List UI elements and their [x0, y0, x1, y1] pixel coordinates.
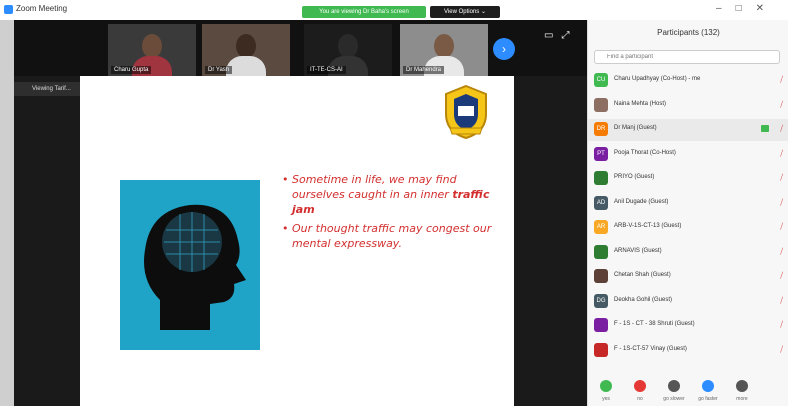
participant-row[interactable]: DG Deokha Gohil (Guest) ⧸ — [588, 291, 788, 313]
meeting-area: Charu Gupta Dr Yash IT-TE-CS-AI Dr Mahen… — [14, 20, 587, 406]
muted-mic-icon[interactable]: ⧸ — [780, 222, 783, 232]
video-tile[interactable]: Dr Mahendra — [400, 24, 488, 76]
muted-mic-icon[interactable]: ⧸ — [780, 173, 783, 183]
desktop-background — [0, 20, 14, 406]
zoom-logo-icon — [4, 5, 13, 14]
participant-name: F - 1S-CT-57 Vinay (Guest) — [614, 345, 687, 352]
muted-mic-icon[interactable]: ⧸ — [780, 124, 783, 134]
participant-row[interactable]: ARNAVIS (Guest) ⧸ — [588, 242, 788, 264]
participant-row[interactable]: DR Dr Manj (Guest) ⧸ — [588, 119, 788, 141]
participant-row[interactable]: Naina Mehta (Host) ⧸ — [588, 95, 788, 117]
participant-head — [236, 34, 256, 58]
reaction-label: yes — [602, 396, 610, 402]
avatar — [594, 171, 608, 185]
participant-row[interactable]: Chetan Shah (Guest) ⧸ — [588, 266, 788, 288]
muted-mic-icon[interactable]: ⧸ — [780, 100, 783, 110]
participant-row[interactable]: PRIYO (Guest) ⧸ — [588, 168, 788, 190]
muted-mic-icon[interactable]: ⧸ — [780, 345, 783, 355]
muted-mic-icon[interactable]: ⧸ — [780, 271, 783, 281]
window-controls[interactable]: –□✕ — [716, 3, 778, 14]
reaction-label: more — [736, 396, 748, 402]
reaction-label: go faster — [698, 396, 718, 402]
screen-share-banner: You are viewing Dr Baha's screen — [302, 6, 426, 18]
participant-name: F - 1S - CT - 38 Shruti (Guest) — [614, 321, 695, 327]
muted-mic-icon[interactable]: ⧸ — [780, 75, 783, 85]
shared-slide: Sometime in life, we may find ourselves … — [80, 76, 514, 406]
video-strip: Charu Gupta Dr Yash IT-TE-CS-AI Dr Mahen… — [14, 20, 587, 76]
participant-name: Pooja Thorat (Co-Host) — [614, 149, 676, 156]
participant-name: Charu Upadhyay (Co-Host) - me — [614, 76, 701, 82]
reaction-more-button[interactable] — [736, 380, 748, 392]
avatar: AR — [594, 220, 608, 234]
participant-name: Anil Dugade (Guest) — [614, 198, 669, 205]
avatar: AD — [594, 195, 608, 210]
reaction-go-faster-button[interactable] — [702, 380, 714, 392]
head-silhouette-image — [120, 180, 260, 350]
layout-icons[interactable]: ▭⤢ — [544, 30, 577, 41]
participant-name: ARNAVIS (Guest) — [614, 247, 662, 254]
avatar — [594, 269, 608, 283]
avatar — [594, 342, 608, 357]
reaction-label: go slower — [663, 396, 685, 402]
title-bar: Zoom Meeting You are viewing Dr Baha's s… — [0, 0, 788, 20]
muted-mic-icon[interactable]: ⧸ — [780, 296, 783, 306]
participant-search-input[interactable] — [594, 50, 780, 64]
participant-name: Deokha Gohil (Guest) — [614, 296, 673, 303]
participant-row[interactable]: F - 1S - CT - 38 Shruti (Guest) ⧸ — [588, 315, 788, 337]
participant-name: Dr Manj (Guest) — [614, 125, 657, 131]
participant-name: ARB-V-1S-CT-13 (Guest) — [614, 223, 682, 229]
view-options-button[interactable]: View Options ⌄ — [430, 6, 500, 18]
reaction-yes-button[interactable] — [600, 380, 612, 392]
muted-mic-icon[interactable]: ⧸ — [780, 320, 783, 330]
avatar — [594, 318, 608, 332]
next-page-button[interactable]: › — [493, 38, 515, 60]
participants-panel: Participants (132) CU Charu Upadhyay (Co-… — [587, 20, 788, 406]
window-title: Zoom Meeting — [16, 4, 68, 13]
bullet-item: Our thought traffic may congest our ment… — [282, 221, 492, 251]
avatar: PT — [594, 146, 608, 161]
avatar: DR — [594, 122, 608, 136]
avatar: DG — [594, 293, 608, 308]
avatar: CU — [594, 73, 608, 87]
video-tile-name: IT-TE-CS-AI — [307, 66, 346, 74]
participant-row[interactable]: AR ARB-V-1S-CT-13 (Guest) ⧸ — [588, 217, 788, 239]
reaction-bar: yes no go slower go faster more — [588, 376, 788, 406]
video-tile-name: Dr Mahendra — [403, 66, 445, 74]
muted-mic-icon[interactable]: ⧸ — [780, 198, 783, 208]
bullet-item: Sometime in life, we may find ourselves … — [282, 172, 492, 217]
video-tile[interactable]: Charu Gupta — [108, 24, 196, 76]
video-tile[interactable]: Dr Yash — [202, 24, 290, 76]
video-tile-name: Charu Gupta — [111, 66, 152, 74]
muted-mic-icon[interactable]: ⧸ — [780, 149, 783, 159]
participant-name: Naina Mehta (Host) — [614, 100, 667, 107]
institution-logo-icon — [445, 84, 487, 140]
camera-icon — [761, 125, 769, 132]
avatar — [594, 244, 608, 259]
participant-row[interactable]: PT Pooja Thorat (Co-Host) ⧸ — [588, 144, 788, 166]
participant-row[interactable]: F - 1S-CT-57 Vinay (Guest) ⧸ — [588, 340, 788, 362]
reaction-label: no — [637, 396, 643, 402]
video-tile[interactable]: IT-TE-CS-AI — [304, 24, 392, 76]
participant-head — [338, 34, 358, 58]
avatar — [594, 97, 608, 112]
video-tile-name: Dr Yash — [205, 66, 233, 74]
slide-bullets: Sometime in life, we may find ourselves … — [282, 172, 492, 255]
participant-head — [434, 34, 454, 58]
muted-mic-icon[interactable]: ⧸ — [780, 247, 783, 257]
reaction-no-button[interactable] — [634, 380, 646, 392]
reaction-go-slower-button[interactable] — [668, 380, 680, 392]
participant-name: PRIYO (Guest) — [614, 174, 655, 180]
participant-row[interactable]: AD Anil Dugade (Guest) ⧸ — [588, 193, 788, 215]
participant-row[interactable]: CU Charu Upadhyay (Co-Host) - me ⧸ — [588, 70, 788, 92]
participant-head — [142, 34, 162, 58]
participant-name: Chetan Shah (Guest) — [614, 272, 671, 278]
participants-title: Participants (132) — [657, 28, 720, 37]
